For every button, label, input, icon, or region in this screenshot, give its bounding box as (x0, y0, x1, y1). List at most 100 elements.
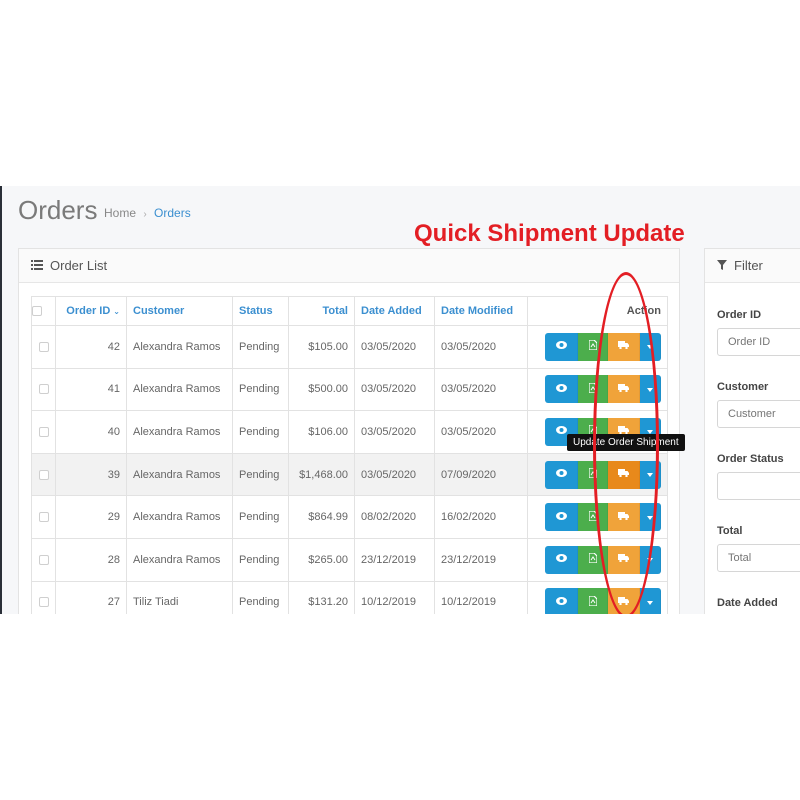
truck-icon (618, 383, 629, 395)
filter-customer-input[interactable] (717, 400, 800, 428)
invoice-button[interactable] (578, 332, 608, 361)
column-order-id[interactable]: Order ID ⌄ (55, 296, 127, 326)
row-select-cell (31, 580, 56, 614)
filter-order-status-label: Order Status (717, 453, 784, 465)
pdf-icon (587, 552, 598, 566)
more-actions-dropdown[interactable] (640, 460, 661, 489)
cell-order-id: 29 (55, 495, 127, 539)
invoice-button[interactable] (578, 588, 608, 614)
column-customer[interactable]: Customer (126, 296, 233, 326)
row-checkbox[interactable] (38, 554, 49, 565)
view-button[interactable] (545, 460, 578, 489)
cell-date-modified: 16/02/2020 (434, 495, 528, 539)
filter-title: Filter (734, 258, 763, 273)
filter-order-status-select[interactable] (717, 472, 800, 500)
view-button[interactable] (545, 375, 578, 404)
eye-icon (555, 511, 567, 523)
action-button-group (528, 503, 661, 532)
view-button[interactable] (545, 588, 578, 614)
action-button-group (528, 588, 661, 614)
filter-order-id-input[interactable] (717, 328, 800, 356)
more-actions-dropdown[interactable] (640, 545, 661, 574)
breadcrumb-orders[interactable]: Orders (154, 206, 191, 220)
cell-customer: Alexandra Ramos (126, 325, 233, 369)
cell-total: $864.99 (288, 495, 355, 539)
invoice-button[interactable] (578, 503, 608, 532)
truck-icon (618, 554, 629, 565)
sort-caret-icon: ⌄ (113, 307, 120, 316)
more-actions-dropdown[interactable] (640, 375, 661, 404)
update-shipment-button[interactable] (608, 545, 640, 574)
caret-down-icon (647, 469, 653, 480)
cell-order-id: 42 (55, 325, 127, 369)
row-checkbox[interactable] (38, 597, 49, 608)
pdf-icon (587, 382, 598, 396)
cell-status: Pending (232, 325, 289, 369)
cell-date-added: 03/05/2020 (354, 367, 435, 412)
more-actions-dropdown[interactable] (640, 588, 661, 614)
select-all-cell (31, 296, 56, 326)
filter-order-id-label: Order ID (717, 309, 762, 321)
more-actions-dropdown[interactable] (640, 332, 661, 361)
view-button[interactable] (545, 503, 578, 532)
cell-date-modified: 03/05/2020 (434, 325, 528, 369)
filter-date-added-group: Date Added (717, 597, 778, 614)
column-date-modified[interactable]: Date Modified (434, 296, 528, 326)
table-row: 28 Alexandra Ramos Pending $265.00 23/12/201… (31, 537, 668, 582)
row-select-cell (31, 452, 56, 497)
update-shipment-button[interactable] (608, 503, 640, 532)
action-button-group (528, 375, 661, 404)
column-total[interactable]: Total (288, 296, 355, 326)
pdf-icon (587, 510, 598, 524)
cell-customer: Alexandra Ramos (126, 410, 233, 454)
cell-order-id: 40 (55, 410, 127, 454)
column-date-added[interactable]: Date Added (354, 296, 435, 326)
cell-total: $500.00 (288, 367, 355, 412)
truck-icon (618, 511, 629, 523)
update-shipment-button[interactable] (608, 375, 640, 404)
cell-actions (527, 452, 668, 497)
column-status[interactable]: Status (232, 296, 289, 326)
row-checkbox[interactable] (38, 512, 49, 523)
cell-customer: Alexandra Ramos (126, 367, 233, 412)
select-all-checkbox[interactable] (32, 306, 42, 317)
filter-total-input[interactable] (717, 544, 800, 572)
invoice-button[interactable] (578, 460, 608, 489)
cell-order-id: 41 (55, 367, 127, 412)
cell-actions (527, 367, 668, 412)
caret-down-icon (647, 512, 653, 523)
row-checkbox[interactable] (38, 427, 49, 438)
table-row: 41 Alexandra Ramos Pending $500.00 03/05/202… (31, 367, 668, 412)
more-actions-dropdown[interactable] (640, 503, 661, 532)
filter-order-id-group: Order ID (717, 309, 800, 356)
table-row: 39 Alexandra Ramos Pending $1,468.00 03/05/2… (31, 452, 668, 497)
filter-date-added-label: Date Added (717, 597, 778, 609)
cell-actions (527, 537, 668, 582)
caret-down-icon (647, 597, 653, 608)
table-row: 27 Tiliz Tiadi Pending $131.20 10/12/2019 10/… (31, 580, 668, 614)
row-select-cell (31, 410, 56, 454)
breadcrumb-home[interactable]: Home (104, 206, 136, 220)
cell-date-modified: 23/12/2019 (434, 537, 528, 582)
cell-customer: Alexandra Ramos (126, 495, 233, 539)
update-shipment-button[interactable] (608, 588, 640, 614)
invoice-button[interactable] (578, 545, 608, 574)
view-button[interactable] (545, 332, 578, 361)
eye-icon (555, 341, 567, 352)
row-checkbox[interactable] (38, 469, 49, 480)
sidebar-edge (0, 186, 2, 614)
orders-table: Order ID ⌄ Customer Status Total Date Add… (31, 296, 668, 614)
list-icon (31, 259, 43, 273)
caret-down-icon (647, 554, 653, 565)
filter-customer-label: Customer (717, 381, 769, 393)
row-checkbox[interactable] (38, 341, 49, 352)
cell-total: $105.00 (288, 325, 355, 369)
row-checkbox[interactable] (38, 384, 49, 395)
invoice-button[interactable] (578, 375, 608, 404)
eye-icon (555, 383, 567, 395)
view-button[interactable] (545, 545, 578, 574)
cell-actions (527, 495, 668, 539)
update-shipment-button[interactable] (608, 332, 640, 361)
update-shipment-button[interactable] (608, 460, 640, 489)
cell-total: $106.00 (288, 410, 355, 454)
